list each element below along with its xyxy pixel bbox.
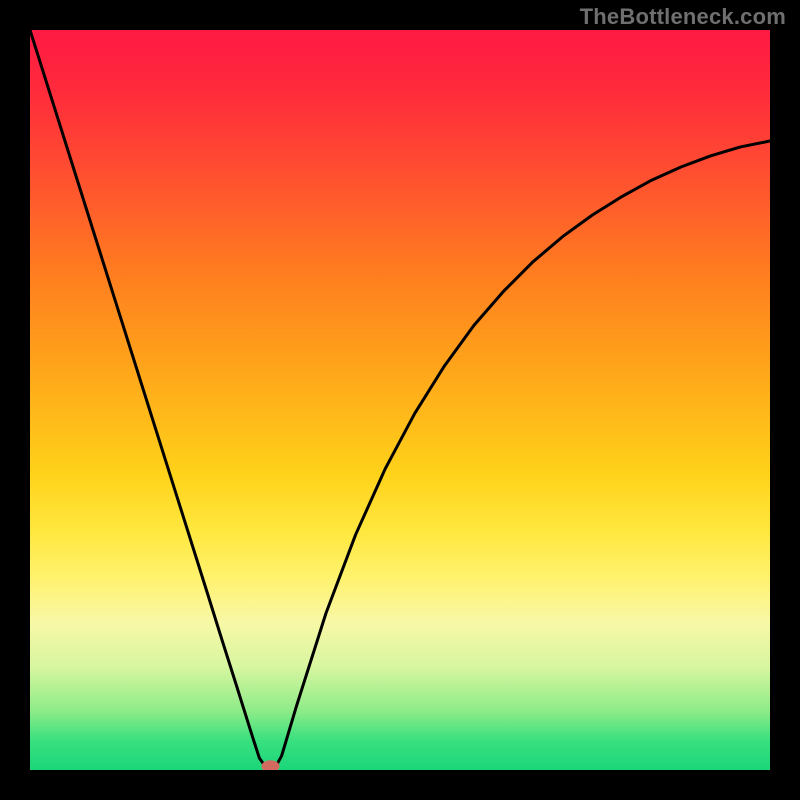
- series-line: [30, 30, 770, 769]
- chart-svg: [30, 30, 770, 770]
- plot-area: [30, 30, 770, 770]
- chart-stage: TheBottleneck.com: [0, 0, 800, 800]
- watermark-text: TheBottleneck.com: [580, 6, 786, 28]
